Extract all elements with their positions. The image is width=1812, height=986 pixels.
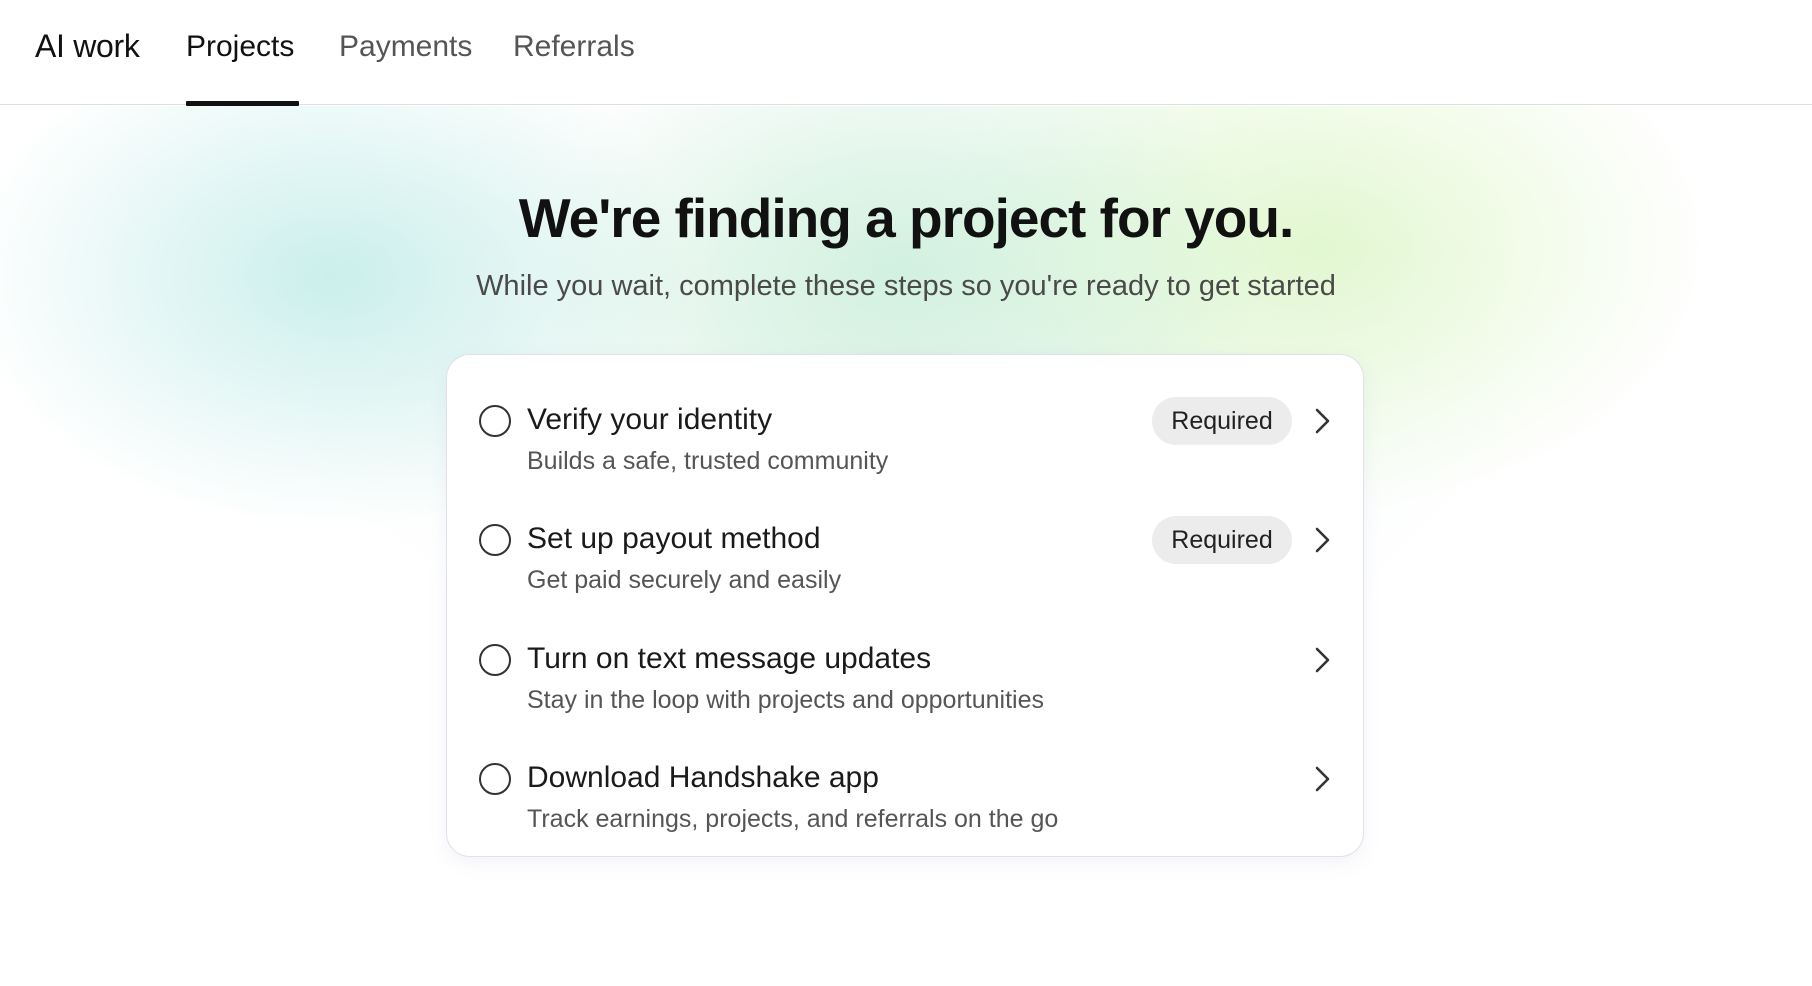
- step-description: Track earnings, projects, and referrals …: [527, 805, 1059, 833]
- step-payout-method[interactable]: Set up payout method Get paid securely a…: [447, 484, 1365, 594]
- chevron-right-icon[interactable]: [1307, 764, 1337, 794]
- step-title: Download Handshake app: [527, 761, 879, 794]
- top-navigation: AI work Projects Payments Referrals: [0, 0, 1812, 106]
- step-status-circle-icon[interactable]: [479, 644, 511, 676]
- tab-referrals[interactable]: Referrals: [513, 30, 635, 105]
- brand-title[interactable]: AI work: [35, 28, 140, 65]
- step-description: Stay in the loop with projects and oppor…: [527, 686, 1044, 714]
- tab-projects[interactable]: Projects: [186, 30, 299, 106]
- step-text-message-updates[interactable]: Turn on text message updates Stay in the…: [447, 604, 1365, 714]
- tab-payments[interactable]: Payments: [339, 30, 472, 105]
- step-title: Set up payout method: [527, 522, 821, 555]
- step-download-app[interactable]: Download Handshake app Track earnings, p…: [447, 723, 1365, 833]
- chevron-right-icon[interactable]: [1307, 525, 1337, 555]
- step-status-circle-icon[interactable]: [479, 763, 511, 795]
- required-badge: Required: [1152, 516, 1292, 564]
- step-title: Verify your identity: [527, 403, 773, 436]
- chevron-right-icon[interactable]: [1307, 645, 1337, 675]
- required-badge: Required: [1152, 397, 1292, 445]
- step-description: Get paid securely and easily: [527, 566, 842, 594]
- step-status-circle-icon[interactable]: [479, 524, 511, 556]
- page-subtitle: While you wait, complete these steps so …: [476, 270, 1336, 302]
- chevron-right-icon[interactable]: [1307, 406, 1337, 436]
- onboarding-steps-card: Verify your identity Builds a safe, trus…: [446, 354, 1364, 857]
- step-title: Turn on text message updates: [527, 642, 932, 675]
- step-description: Builds a safe, trusted community: [527, 447, 889, 475]
- page-title: We're finding a project for you.: [518, 187, 1295, 249]
- step-verify-identity[interactable]: Verify your identity Builds a safe, trus…: [447, 365, 1365, 475]
- step-status-circle-icon[interactable]: [479, 405, 511, 437]
